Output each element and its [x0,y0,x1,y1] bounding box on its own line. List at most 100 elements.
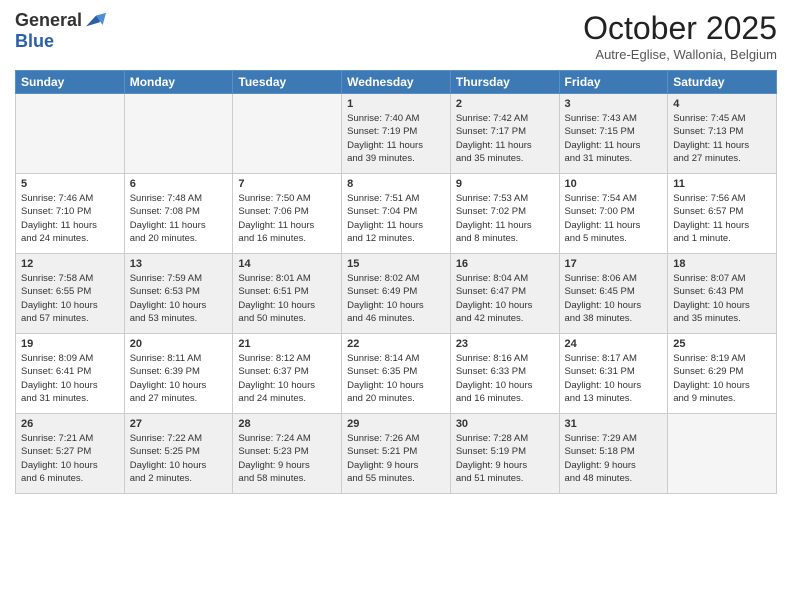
calendar-cell: 15Sunrise: 8:02 AM Sunset: 6:49 PM Dayli… [342,254,451,334]
calendar-cell: 13Sunrise: 7:59 AM Sunset: 6:53 PM Dayli… [124,254,233,334]
day-number: 20 [130,338,228,350]
day-info: Sunrise: 7:56 AM Sunset: 6:57 PM Dayligh… [673,192,771,245]
day-number: 24 [565,338,663,350]
day-info: Sunrise: 7:24 AM Sunset: 5:23 PM Dayligh… [238,432,336,485]
day-info: Sunrise: 8:06 AM Sunset: 6:45 PM Dayligh… [565,272,663,325]
location-subtitle: Autre-Eglise, Wallonia, Belgium [583,47,777,62]
weekday-header-saturday: Saturday [668,71,777,94]
calendar-cell: 11 Sunrise: 7:56 AM Sunset: 6:57 PM Dayli… [668,174,777,254]
day-info: Sunrise: 7:48 AM Sunset: 7:08 PM Dayligh… [130,192,228,245]
calendar-cell: 22Sunrise: 8:14 AM Sunset: 6:35 PM Dayli… [342,334,451,414]
day-info: Sunrise: 7:28 AM Sunset: 5:19 PM Dayligh… [456,432,554,485]
calendar-cell: 30 Sunrise: 7:28 AM Sunset: 5:19 PM Dayli… [450,414,559,494]
weekday-header-thursday: Thursday [450,71,559,94]
day-number: 17 [565,258,663,270]
calendar-week-row: 1 Sunrise: 7:40 AM Sunset: 7:19 PM Daylig… [16,94,777,174]
day-info: Sunrise: 7:53 AM Sunset: 7:02 PM Dayligh… [456,192,554,245]
calendar-cell [124,94,233,174]
calendar-cell: 9 Sunrise: 7:53 AM Sunset: 7:02 PM Daylig… [450,174,559,254]
day-number: 2 [456,98,554,110]
logo-general-text: General [15,10,82,31]
calendar-cell [668,414,777,494]
day-number: 12 [21,258,119,270]
weekday-header-sunday: Sunday [16,71,125,94]
day-info: Sunrise: 8:12 AM Sunset: 6:37 PM Dayligh… [238,352,336,405]
logo: General Blue [15,10,106,52]
day-info: Sunrise: 7:46 AM Sunset: 7:10 PM Dayligh… [21,192,119,245]
day-info: Sunrise: 8:01 AM Sunset: 6:51 PM Dayligh… [238,272,336,325]
day-number: 25 [673,338,771,350]
day-number: 30 [456,418,554,430]
day-info: Sunrise: 8:11 AM Sunset: 6:39 PM Dayligh… [130,352,228,405]
title-section: October 2025 Autre-Eglise, Wallonia, Bel… [583,10,777,62]
day-number: 9 [456,178,554,190]
calendar-cell: 2 Sunrise: 7:42 AM Sunset: 7:17 PM Daylig… [450,94,559,174]
calendar-cell: 28Sunrise: 7:24 AM Sunset: 5:23 PM Dayli… [233,414,342,494]
calendar-cell: 19 Sunrise: 8:09 AM Sunset: 6:41 PM Dayli… [16,334,125,414]
day-info: Sunrise: 7:54 AM Sunset: 7:00 PM Dayligh… [565,192,663,245]
calendar-cell: 17 Sunrise: 8:06 AM Sunset: 6:45 PM Dayli… [559,254,668,334]
day-number: 21 [238,338,336,350]
calendar-week-row: 5 Sunrise: 7:46 AM Sunset: 7:10 PM Daylig… [16,174,777,254]
calendar-cell: 24 Sunrise: 8:17 AM Sunset: 6:31 PM Dayli… [559,334,668,414]
weekday-header-friday: Friday [559,71,668,94]
weekday-header-wednesday: Wednesday [342,71,451,94]
day-number: 1 [347,98,445,110]
calendar-cell: 16Sunrise: 8:04 AM Sunset: 6:47 PM Dayli… [450,254,559,334]
day-info: Sunrise: 7:42 AM Sunset: 7:17 PM Dayligh… [456,112,554,165]
day-number: 6 [130,178,228,190]
calendar-cell: 8Sunrise: 7:51 AM Sunset: 7:04 PM Daylig… [342,174,451,254]
header: General Blue October 2025 Autre-Eglise, … [15,10,777,62]
calendar-cell: 29Sunrise: 7:26 AM Sunset: 5:21 PM Dayli… [342,414,451,494]
day-number: 26 [21,418,119,430]
calendar-cell: 4 Sunrise: 7:45 AM Sunset: 7:13 PM Daylig… [668,94,777,174]
calendar-cell: 25 Sunrise: 8:19 AM Sunset: 6:29 PM Dayli… [668,334,777,414]
day-info: Sunrise: 8:19 AM Sunset: 6:29 PM Dayligh… [673,352,771,405]
day-info: Sunrise: 8:02 AM Sunset: 6:49 PM Dayligh… [347,272,445,325]
day-info: Sunrise: 8:09 AM Sunset: 6:41 PM Dayligh… [21,352,119,405]
day-info: Sunrise: 8:17 AM Sunset: 6:31 PM Dayligh… [565,352,663,405]
calendar-cell: 31Sunrise: 7:29 AM Sunset: 5:18 PM Dayli… [559,414,668,494]
day-number: 8 [347,178,445,190]
calendar-cell: 5 Sunrise: 7:46 AM Sunset: 7:10 PM Daylig… [16,174,125,254]
day-info: Sunrise: 8:16 AM Sunset: 6:33 PM Dayligh… [456,352,554,405]
weekday-header-tuesday: Tuesday [233,71,342,94]
day-info: Sunrise: 7:29 AM Sunset: 5:18 PM Dayligh… [565,432,663,485]
day-number: 29 [347,418,445,430]
calendar-cell [233,94,342,174]
day-info: Sunrise: 7:21 AM Sunset: 5:27 PM Dayligh… [21,432,119,485]
day-info: Sunrise: 7:22 AM Sunset: 5:25 PM Dayligh… [130,432,228,485]
calendar-cell: 3Sunrise: 7:43 AM Sunset: 7:15 PM Daylig… [559,94,668,174]
day-number: 10 [565,178,663,190]
day-number: 3 [565,98,663,110]
calendar-table: SundayMondayTuesdayWednesdayThursdayFrid… [15,70,777,494]
logo-bird-icon [86,11,106,31]
day-number: 5 [21,178,119,190]
day-number: 7 [238,178,336,190]
calendar-cell: 18 Sunrise: 8:07 AM Sunset: 6:43 PM Dayli… [668,254,777,334]
page: General Blue October 2025 Autre-Eglise, … [0,0,792,612]
day-number: 18 [673,258,771,270]
day-info: Sunrise: 8:04 AM Sunset: 6:47 PM Dayligh… [456,272,554,325]
weekday-header-row: SundayMondayTuesdayWednesdayThursdayFrid… [16,71,777,94]
day-number: 19 [21,338,119,350]
calendar-week-row: 26 Sunrise: 7:21 AM Sunset: 5:27 PM Dayli… [16,414,777,494]
day-number: 4 [673,98,771,110]
day-number: 11 [673,178,771,190]
calendar-cell: 20 Sunrise: 8:11 AM Sunset: 6:39 PM Dayli… [124,334,233,414]
calendar-cell: 23Sunrise: 8:16 AM Sunset: 6:33 PM Dayli… [450,334,559,414]
calendar-cell: 21 Sunrise: 8:12 AM Sunset: 6:37 PM Dayli… [233,334,342,414]
calendar-week-row: 12Sunrise: 7:58 AM Sunset: 6:55 PM Dayli… [16,254,777,334]
calendar-cell [16,94,125,174]
day-number: 14 [238,258,336,270]
day-info: Sunrise: 8:07 AM Sunset: 6:43 PM Dayligh… [673,272,771,325]
day-info: Sunrise: 7:45 AM Sunset: 7:13 PM Dayligh… [673,112,771,165]
day-info: Sunrise: 8:14 AM Sunset: 6:35 PM Dayligh… [347,352,445,405]
day-info: Sunrise: 7:40 AM Sunset: 7:19 PM Dayligh… [347,112,445,165]
day-info: Sunrise: 7:59 AM Sunset: 6:53 PM Dayligh… [130,272,228,325]
calendar-cell: 27 Sunrise: 7:22 AM Sunset: 5:25 PM Dayli… [124,414,233,494]
calendar-cell: 7Sunrise: 7:50 AM Sunset: 7:06 PM Daylig… [233,174,342,254]
calendar-week-row: 19 Sunrise: 8:09 AM Sunset: 6:41 PM Dayli… [16,334,777,414]
day-number: 27 [130,418,228,430]
calendar-cell: 10 Sunrise: 7:54 AM Sunset: 7:00 PM Dayli… [559,174,668,254]
